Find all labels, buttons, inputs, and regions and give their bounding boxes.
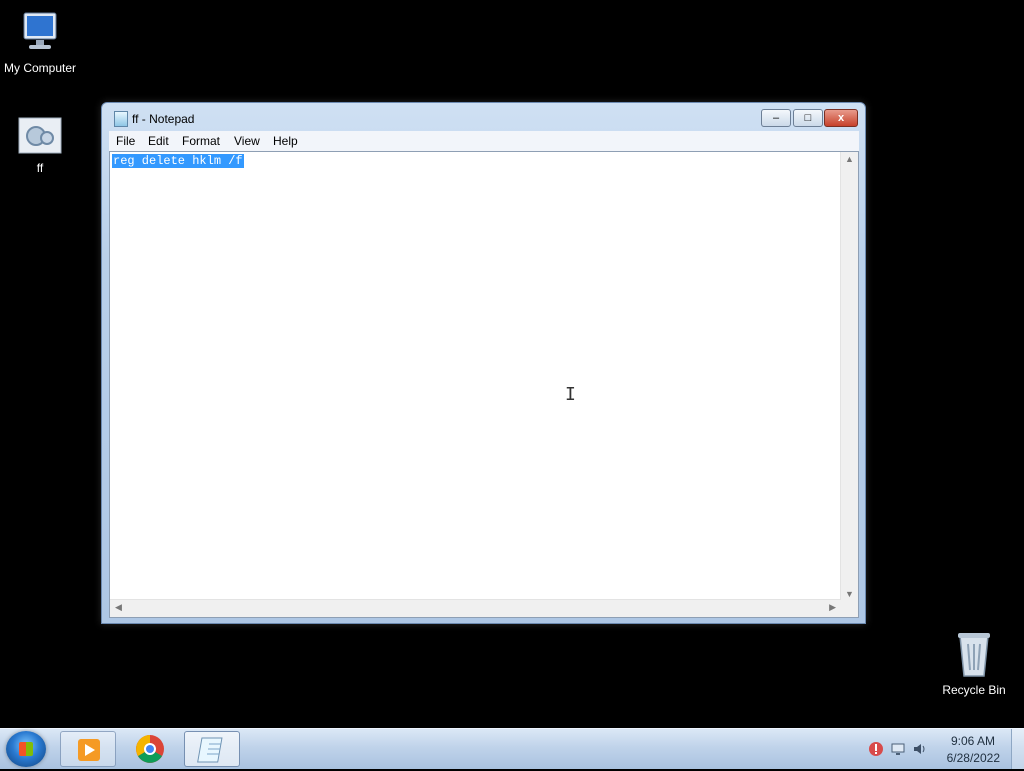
desktop-icon-label: Recycle Bin [942, 683, 1006, 697]
desktop-icon-label: My Computer [3, 61, 77, 75]
notepad-icon [114, 111, 128, 127]
taskbar: 9:06 AM 6/28/2022 [0, 728, 1024, 769]
selected-text[interactable]: reg delete hklm /f [112, 154, 244, 168]
system-tray: 9:06 AM 6/28/2022 [854, 729, 1024, 769]
resize-grip-icon[interactable] [841, 600, 858, 617]
text-editor[interactable]: reg delete hklm /f ▲ ▼ ◀ ▶ [109, 151, 859, 618]
menu-help[interactable]: Help [273, 134, 298, 148]
network-warning-icon[interactable] [868, 741, 884, 757]
volume-icon[interactable] [912, 741, 928, 757]
vertical-scrollbar[interactable]: ▲ ▼ [840, 152, 858, 601]
minimize-button[interactable]: – [761, 109, 791, 127]
menu-file[interactable]: File [116, 134, 135, 148]
clock-time[interactable]: 9:06 AM [951, 734, 995, 748]
menu-view[interactable]: View [234, 134, 260, 148]
notepad-icon [197, 737, 223, 763]
desktop-icon-label: ff [36, 161, 44, 175]
desktop-icon-ff[interactable]: ff [0, 116, 80, 175]
settings-gear-file-icon [18, 117, 62, 154]
chrome-icon [136, 735, 164, 763]
desktop-icon-recycle-bin[interactable]: Recycle Bin [934, 630, 1014, 697]
i-beam-cursor-icon: I [565, 384, 576, 405]
title-bar[interactable]: ff - Notepad – □ x [102, 103, 865, 133]
show-desktop-button[interactable] [1011, 729, 1024, 769]
clock-date[interactable]: 6/28/2022 [947, 751, 1000, 765]
computer-icon [23, 12, 57, 49]
horizontal-scrollbar[interactable]: ◀ ▶ [110, 599, 841, 617]
scroll-up-icon[interactable]: ▲ [845, 154, 854, 164]
media-player-icon [78, 739, 100, 761]
taskbar-app-notepad[interactable] [184, 731, 240, 767]
taskbar-app-media-player[interactable] [60, 731, 116, 767]
scroll-left-icon[interactable]: ◀ [115, 602, 122, 613]
notepad-window[interactable]: ff - Notepad – □ x File Edit Format View… [101, 102, 866, 624]
taskbar-app-chrome[interactable] [122, 731, 178, 767]
scroll-right-icon[interactable]: ▶ [829, 602, 836, 613]
windows-start-orb-icon[interactable] [6, 731, 46, 767]
maximize-button[interactable]: □ [793, 109, 823, 127]
desktop-icon-my-computer[interactable]: My Computer [0, 8, 80, 75]
close-button[interactable]: x [824, 109, 858, 127]
recycle-bin-icon [958, 633, 990, 677]
window-title: ff - Notepad [132, 112, 195, 126]
menu-edit[interactable]: Edit [148, 134, 169, 148]
menu-bar: File Edit Format View Help [109, 131, 859, 151]
display-network-icon[interactable] [890, 741, 906, 757]
menu-format[interactable]: Format [182, 134, 220, 148]
scroll-down-icon[interactable]: ▼ [845, 589, 854, 599]
